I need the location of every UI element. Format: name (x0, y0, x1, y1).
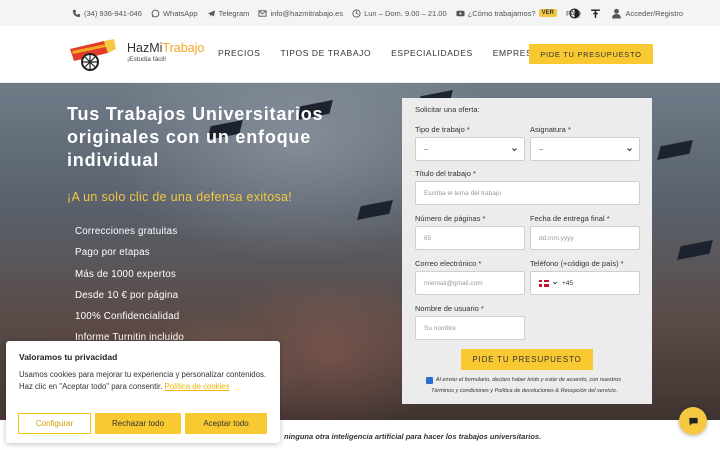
chevron-down-icon (512, 147, 517, 151)
cookie-reject-button[interactable]: Rechazar todo (95, 413, 181, 434)
clock-icon (352, 8, 361, 18)
phone-input[interactable]: +45 (530, 271, 640, 295)
subject-label: Asignatura * (530, 125, 571, 134)
deadline-label: Fecha de entrega final * (530, 214, 610, 223)
hero-title: Tus Trabajos Universitarios originales c… (67, 104, 324, 170)
pages-input[interactable]: 65 (415, 226, 525, 250)
cookie-banner: Valoramos tu privacidad Usamos cookies p… (6, 341, 280, 443)
feature-list: Correcciones gratuitas Pago por etapas M… (75, 225, 184, 353)
user-icon (612, 8, 622, 18)
site-logo[interactable]: HazMiTrabajo ¡Estudia fácil! (68, 39, 204, 71)
work-title-input[interactable]: Escriba el tema del trabajo (415, 181, 640, 205)
pages-label: Número de páginas * (415, 214, 486, 223)
chevron-down-icon (552, 281, 558, 285)
contrast-icon[interactable] (569, 7, 581, 19)
chevron-down-icon (627, 147, 632, 151)
denmark-flag-icon[interactable] (539, 279, 549, 287)
site-header: HazMiTrabajo ¡Estudia fácil! PRECIOS TIP… (0, 26, 720, 83)
email-icon (258, 9, 267, 17)
top-bar: (34) 936-941-046 WhatsApp Telegram info@… (0, 0, 720, 26)
header-quote-button[interactable]: PIDE TU PRESUPUESTO (529, 44, 653, 64)
work-title-label: Título del trabajo * (415, 169, 476, 178)
login-link[interactable]: Acceder/Registro (611, 8, 683, 19)
email-input[interactable]: miemail@gmail.com (415, 271, 525, 295)
chat-button[interactable] (679, 407, 707, 435)
list-item: 100% Confidencialidad (75, 311, 180, 323)
cookie-accept-button[interactable]: Aceptar todo (185, 413, 267, 434)
subject-select[interactable]: -- (530, 137, 640, 161)
top-bar-tools: Acceder/Registro (569, 0, 683, 26)
phone-label: Teléfono (+código de país) * (530, 259, 624, 268)
logo-name: HazMiTrabajo (127, 41, 205, 55)
email-label: Correo electrónico * (415, 259, 482, 268)
whatsapp-icon (151, 9, 160, 17)
youtube-icon (456, 10, 465, 16)
hero-subtitle: ¡A un solo clic de una defensa exitosa! (67, 190, 293, 204)
cookie-policy-link[interactable]: Política de cookies (165, 382, 230, 391)
list-item: Desde 10 € por página (75, 289, 179, 301)
phone-icon (72, 9, 81, 17)
quote-form: Solicitar una oferta: Tipo de trabajo * … (402, 98, 652, 404)
nav-item-precios[interactable]: PRECIOS (218, 48, 260, 58)
form-quote-button[interactable]: PIDE TU PRESUPUESTO (461, 349, 593, 370)
username-input[interactable]: Su nombre (415, 316, 525, 340)
logo-tagline: ¡Estudia fácil! (127, 56, 167, 63)
phone-link[interactable]: (34) 936-941-046 (72, 9, 142, 18)
work-type-select[interactable]: -- (415, 137, 525, 161)
cookie-title: Valoramos tu privacidad (19, 352, 118, 362)
telegram-link[interactable]: Telegram (207, 9, 249, 18)
email-link[interactable]: info@hazmitrabajo.es (258, 9, 343, 18)
cannon-logo-icon (70, 39, 116, 71)
nav-item-tipos[interactable]: TIPOS DE TRABAJO (280, 48, 371, 58)
consent-text: Al enviar el formulario, declaro haber l… (431, 377, 621, 394)
form-title: Solicitar una oferta: (415, 105, 480, 114)
deadline-input[interactable]: dd.mm.yyyy (530, 226, 640, 250)
nav-item-especialidades[interactable]: ESPECIALIDADES (391, 48, 473, 58)
cookie-configure-button[interactable]: Configurar (18, 413, 91, 434)
work-type-label: Tipo de trabajo * (415, 125, 470, 134)
list-item: Pago por etapas (75, 247, 150, 259)
hours: Lun – Dom. 9.00 – 21.00 (352, 9, 447, 18)
cookie-text: Usamos cookies para mejorar tu experienc… (19, 370, 267, 391)
main-nav: PRECIOS TIPOS DE TRABAJO ESPECIALIDADES … (218, 48, 539, 58)
whatsapp-link[interactable]: WhatsApp (151, 9, 198, 18)
bottom-text: ninguna otra inteligencia artificial par… (284, 432, 542, 441)
ver-badge[interactable]: VER (538, 9, 557, 17)
contact-info: (34) 936-941-046 WhatsApp Telegram info@… (72, 0, 581, 26)
username-label: Nombre de usuario * (415, 304, 484, 313)
how-it-works-link[interactable]: ¿Cómo trabajamos? VER (456, 9, 557, 18)
telegram-icon (207, 9, 215, 17)
list-item: Más de 1000 expertos (75, 268, 176, 280)
font-size-icon[interactable] (590, 8, 601, 19)
list-item: Correcciones gratuitas (75, 226, 178, 237)
chat-icon (688, 417, 698, 426)
